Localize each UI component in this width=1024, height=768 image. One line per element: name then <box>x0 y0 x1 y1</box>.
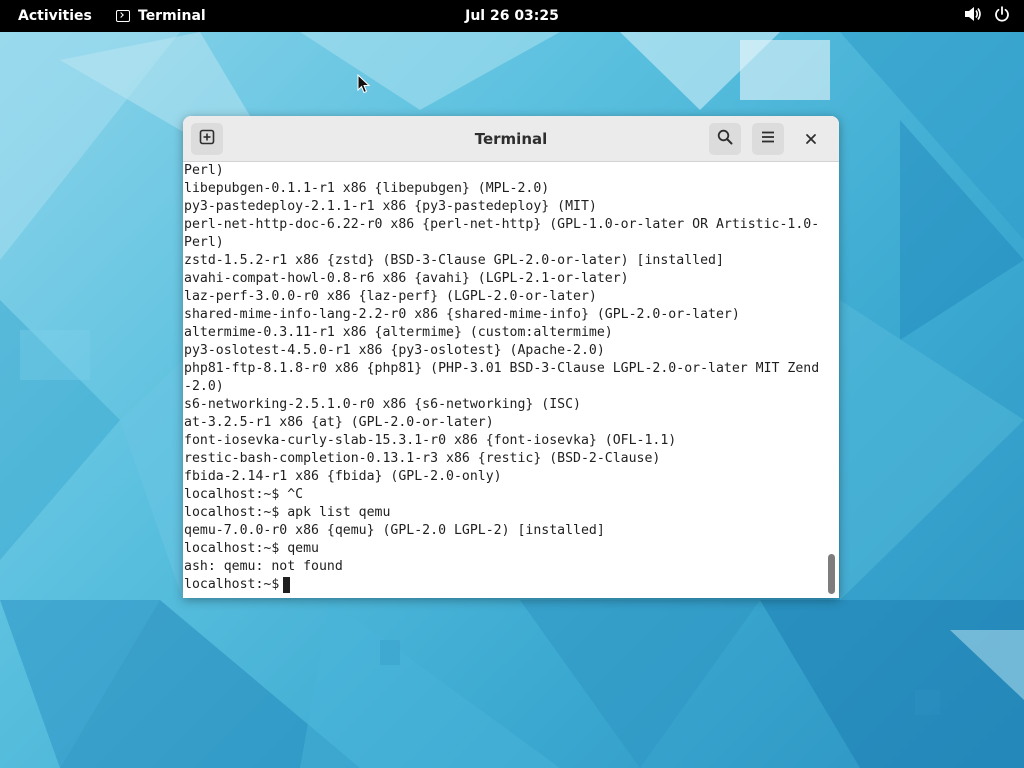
vertical-scrollbar[interactable] <box>828 554 835 594</box>
terminal-line: -2.0) <box>184 379 224 394</box>
terminal-line: laz-perf-3.0.0-r0 x86 {laz-perf} (LGPL-2… <box>184 289 597 304</box>
terminal-line: libepubgen-0.1.1-r1 x86 {libepubgen} (MP… <box>184 181 550 196</box>
terminal-line: localhost:~$ apk list qemu <box>184 505 391 520</box>
search-button[interactable] <box>709 123 741 155</box>
terminal-line: zstd-1.5.2-r1 x86 {zstd} (BSD-3-Clause G… <box>184 253 724 268</box>
power-icon <box>994 6 1010 26</box>
terminal-line: at-3.2.5-r1 x86 {at} (GPL-2.0-or-later) <box>184 415 494 430</box>
text-cursor <box>283 577 291 593</box>
terminal-line: py3-oslotest-4.5.0-r1 x86 {py3-oslotest}… <box>184 343 605 358</box>
window-headerbar[interactable]: Terminal <box>183 116 839 162</box>
terminal-line: Perl) <box>184 163 224 178</box>
terminal-line: ash: qemu: not found <box>184 559 343 574</box>
clock-button[interactable]: Jul 26 03:25 <box>465 8 559 24</box>
terminal-line: qemu-7.0.0-r0 x86 {qemu} (GPL-2.0 LGPL-2… <box>184 523 605 538</box>
terminal-output-area[interactable]: Perl) libepubgen-0.1.1-r1 x86 {libepubge… <box>183 162 839 598</box>
top-bar: Activities Terminal Jul 26 03:25 <box>0 0 1024 32</box>
main-menu-button[interactable] <box>752 123 784 155</box>
terminal-line: fbida-2.14-r1 x86 {fbida} (GPL-2.0-only) <box>184 469 502 484</box>
terminal-line: localhost:~$ qemu <box>184 541 319 556</box>
system-menu-button[interactable] <box>964 0 1010 32</box>
app-menu-label: Terminal <box>138 8 206 24</box>
terminal-line: avahi-compat-howl-0.8-r6 x86 {avahi} (LG… <box>184 271 629 286</box>
new-tab-button[interactable] <box>191 123 223 155</box>
terminal-line: localhost:~$ ^C <box>184 487 304 502</box>
terminal-line: shared-mime-info-lang-2.2-r0 x86 {shared… <box>184 307 740 322</box>
terminal-line: font-iosevka-curly-slab-15.3.1-r0 x86 {f… <box>184 433 677 448</box>
terminal-lines: Perl) libepubgen-0.1.1-r1 x86 {libepubge… <box>184 162 824 594</box>
terminal-line: Perl) <box>184 235 224 250</box>
terminal-line: php81-ftp-8.1.8-r0 x86 {php81} (PHP-3.01… <box>184 361 820 376</box>
new-tab-icon <box>199 129 215 149</box>
app-menu-button[interactable]: Terminal <box>116 0 206 32</box>
terminal-line: perl-net-http-doc-6.22-r0 x86 {perl-net-… <box>184 217 820 232</box>
terminal-window: Terminal Perl) libepubgen-0.1.1-r1 x86 {… <box>183 116 839 598</box>
mouse-pointer-icon <box>357 73 371 98</box>
volume-icon <box>964 6 982 26</box>
terminal-line: s6-networking-2.5.1.0-r0 x86 {s6-network… <box>184 397 581 412</box>
close-window-button[interactable] <box>799 127 823 151</box>
terminal-line: py3-pastedeploy-2.1.1-r1 x86 {py3-pasted… <box>184 199 597 214</box>
search-icon <box>717 129 733 149</box>
close-icon <box>805 130 817 149</box>
terminal-line: altermime-0.3.11-r1 x86 {altermime} (cus… <box>184 325 613 340</box>
terminal-line: restic-bash-completion-0.13.1-r3 x86 {re… <box>184 451 661 466</box>
activities-button[interactable]: Activities <box>18 0 92 32</box>
terminal-prompt-line[interactable]: localhost:~$ <box>184 576 824 594</box>
hamburger-menu-icon <box>760 129 776 149</box>
terminal-prompt: localhost:~$ <box>184 577 280 592</box>
terminal-icon <box>116 10 130 22</box>
